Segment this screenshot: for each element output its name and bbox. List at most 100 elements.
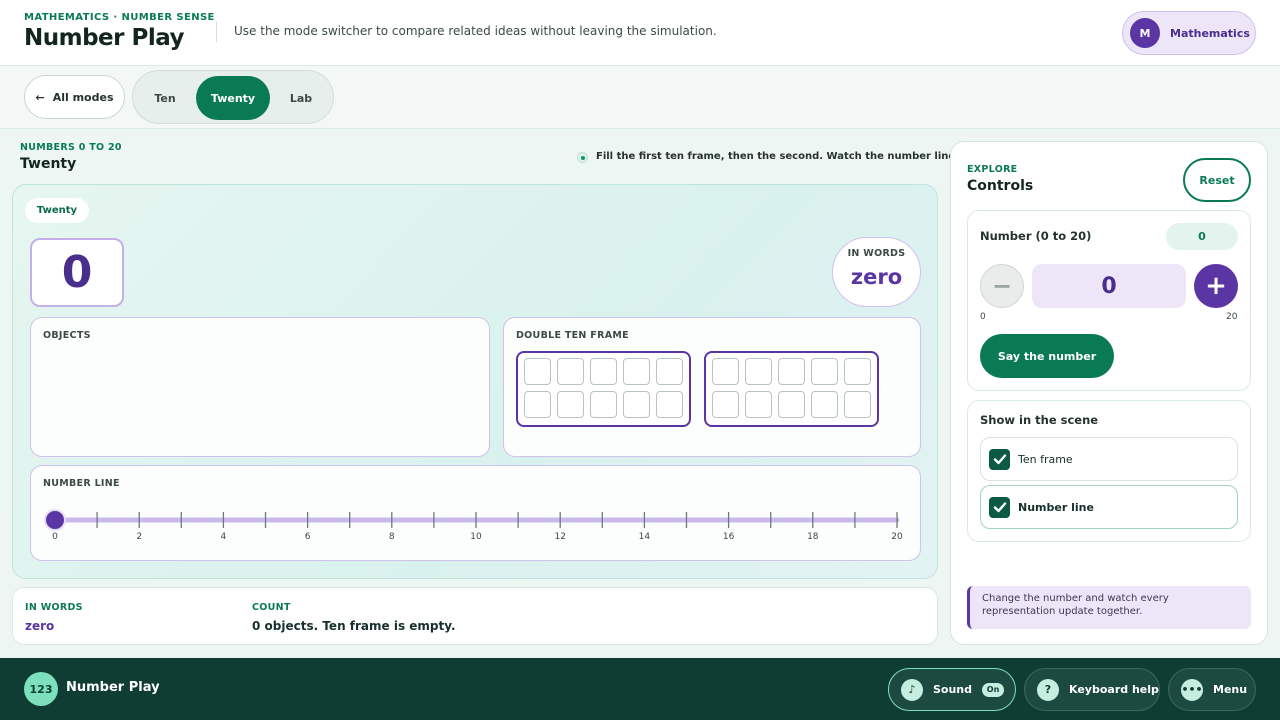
number-line-tick-label: 14	[639, 532, 651, 542]
summary-in-words-label: IN WORDS	[25, 602, 83, 613]
scene-hint: Fill the first ten frame, then the secon…	[596, 151, 981, 162]
number-line-tick-label: 4	[221, 532, 227, 542]
number-line-tick-label: 10	[470, 532, 482, 542]
subject-label: Mathematics	[1170, 26, 1250, 40]
page-title: Number Play	[24, 25, 185, 51]
mode-chip: Twenty	[25, 198, 89, 223]
ten-frame-1	[516, 351, 691, 427]
ten-frame-cell	[844, 358, 871, 385]
scene-eyebrow: NUMBERS 0 TO 20	[20, 142, 122, 153]
number-line-tick-label: 20	[891, 532, 903, 542]
ten-frame-cell	[557, 391, 584, 418]
say-number-button[interactable]: Say the number	[980, 334, 1114, 378]
ten-frame-cell	[590, 358, 617, 385]
question-mark-icon: ?	[1037, 678, 1059, 701]
number-line-graphic: 0 2 4 6 8 10 12 14 16 18 20	[44, 509, 903, 542]
mode-tab-lab[interactable]: Lab	[273, 76, 329, 120]
hint-dot-icon	[577, 152, 588, 163]
ten-frame-cell	[745, 391, 772, 418]
number-line-tick-label: 0	[52, 532, 58, 542]
subject-button[interactable]: M Mathematics	[1122, 11, 1256, 55]
keyboard-help-label: Keyboard help	[1069, 683, 1159, 696]
toggle-number-line[interactable]: Number line	[980, 485, 1238, 529]
number-badge: 0	[1166, 223, 1238, 250]
mode-tab-twenty[interactable]: Twenty	[196, 76, 270, 120]
summary-count-value: 0 objects. Ten frame is empty.	[252, 619, 456, 633]
number-control-label: Number (0 to 20)	[980, 229, 1092, 243]
ten-frame-cell	[557, 358, 584, 385]
number-line-tick-label: 6	[305, 532, 311, 542]
big-number-display: 0	[30, 238, 124, 307]
sound-state-badge: On	[982, 682, 1005, 697]
keyboard-help-button[interactable]: ? Keyboard help	[1024, 668, 1160, 711]
number-input[interactable]: 0	[1032, 264, 1186, 308]
toggle-ten-frame-label: Ten frame	[1018, 452, 1073, 466]
number-line-tick-label: 18	[807, 532, 819, 542]
ten-frame-cell	[844, 391, 871, 418]
in-words-bubble: IN WORDS zero	[832, 237, 921, 307]
arrow-left-icon: ←	[35, 90, 45, 104]
controls-title: Controls	[967, 178, 1034, 194]
ten-frame-cell	[778, 391, 805, 418]
number-line-tick-label: 12	[554, 532, 565, 542]
ten-frame-cell	[745, 358, 772, 385]
ten-frame-cell	[623, 391, 650, 418]
number-line-tick-label: 16	[723, 532, 735, 542]
toggle-ten-frame[interactable]: Ten frame	[980, 437, 1238, 481]
ten-frame-cell	[778, 358, 805, 385]
mode-switcher: Ten Twenty Lab	[132, 70, 334, 124]
ten-frame-cell	[590, 391, 617, 418]
ten-frame-cell	[524, 358, 551, 385]
app-logo: 123	[24, 672, 58, 706]
scene-title: Twenty	[20, 156, 77, 172]
number-line-tick-label: 8	[389, 532, 395, 542]
double-ten-frame-panel: DOUBLE TEN FRAME	[503, 317, 921, 457]
summary-count-label: COUNT	[252, 602, 291, 613]
number-line-tick-label: 2	[136, 532, 142, 542]
check-icon	[993, 502, 1006, 513]
increment-button[interactable]: +	[1194, 264, 1238, 308]
header-description: Use the mode switcher to compare related…	[234, 24, 717, 38]
range-min-label: 0	[980, 312, 986, 322]
in-words-bubble-value: zero	[850, 265, 903, 289]
sound-button[interactable]: ♪ Sound On	[888, 668, 1016, 711]
mode-tab-ten[interactable]: Ten	[137, 76, 193, 120]
summary-in-words-value: zero	[25, 619, 55, 633]
ten-frame-cell	[524, 391, 551, 418]
in-words-bubble-label: IN WORDS	[847, 248, 906, 259]
controls-note: Change the number and watch every repres…	[967, 586, 1251, 629]
all-modes-button[interactable]: ← All modes	[24, 75, 125, 119]
ten-frame-2	[704, 351, 879, 427]
ten-frame-cell	[811, 358, 838, 385]
ten-frame-cell	[811, 391, 838, 418]
toggle-number-line-label: Number line	[1018, 500, 1094, 514]
check-icon	[993, 454, 1006, 465]
ten-frame-cell	[623, 358, 650, 385]
show-in-scene-label: Show in the scene	[980, 413, 1099, 427]
decrement-button[interactable]: −	[980, 264, 1024, 308]
objects-label: OBJECTS	[43, 330, 91, 341]
summary-bar	[12, 587, 938, 645]
menu-button[interactable]: ••• Menu	[1168, 668, 1256, 711]
number-line-panel: NUMBER LINE 0 2 4 6 8 10 12 14 16 18 20	[30, 465, 921, 561]
ten-frame-cell	[656, 358, 683, 385]
number-line-marker[interactable]	[44, 509, 66, 531]
checkbox-number-line[interactable]	[989, 496, 1010, 518]
menu-label: Menu	[1213, 683, 1248, 696]
sound-label: Sound	[933, 683, 973, 696]
header-eyebrow: MATHEMATICS · NUMBER SENSE	[24, 12, 215, 23]
range-max-label: 20	[1226, 312, 1238, 322]
double-ten-frame-label: DOUBLE TEN FRAME	[516, 330, 629, 341]
checkbox-ten-frame[interactable]	[989, 448, 1010, 470]
reset-button[interactable]: Reset	[1183, 158, 1251, 202]
music-note-icon: ♪	[901, 678, 923, 701]
subject-avatar: M	[1130, 18, 1160, 48]
all-modes-label: All modes	[52, 90, 114, 104]
objects-panel: OBJECTS	[30, 317, 490, 457]
footer-app-title: Number Play	[66, 680, 160, 695]
controls-eyebrow: EXPLORE	[967, 164, 1018, 175]
ten-frame-cell	[712, 358, 739, 385]
ten-frame-cell	[712, 391, 739, 418]
header-divider	[216, 22, 217, 42]
more-dots-icon: •••	[1181, 678, 1203, 701]
